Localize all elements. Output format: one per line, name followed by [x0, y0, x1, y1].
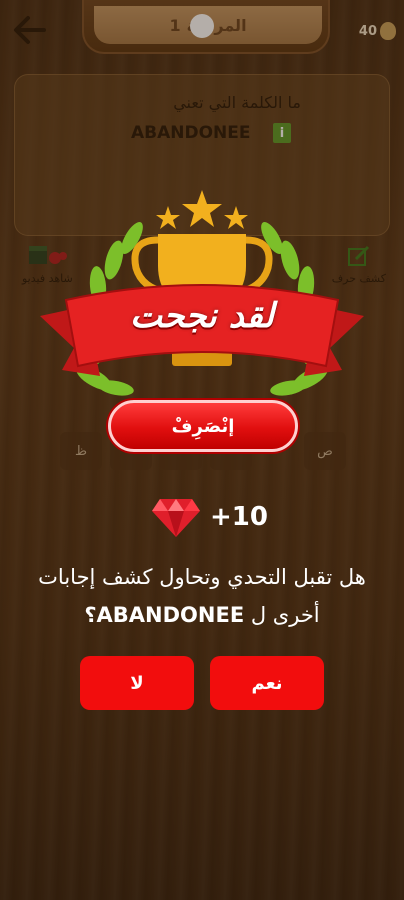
challenge-line-2: أخرى ل: [250, 603, 320, 627]
star-icon: [156, 206, 180, 229]
challenge-line-1: هل تقبل التحدي وتحاول كشف إجابات: [38, 565, 366, 589]
challenge-message: هل تقبل التحدي وتحاول كشف إجابات أخرى ل …: [10, 558, 394, 634]
success-title: لقد نجحت: [130, 296, 274, 336]
star-icon: [182, 190, 222, 227]
reward-amount: +10: [210, 502, 268, 532]
star-icon: [224, 206, 248, 229]
yes-button[interactable]: نعم: [210, 656, 324, 710]
challenge-word: ABANDONEE؟: [84, 603, 245, 627]
reward-row: +10: [150, 492, 268, 542]
ruby-gem-icon: [152, 499, 200, 537]
leave-button[interactable]: إنْصَرِفْ: [108, 400, 298, 452]
no-button[interactable]: لا: [80, 656, 194, 710]
